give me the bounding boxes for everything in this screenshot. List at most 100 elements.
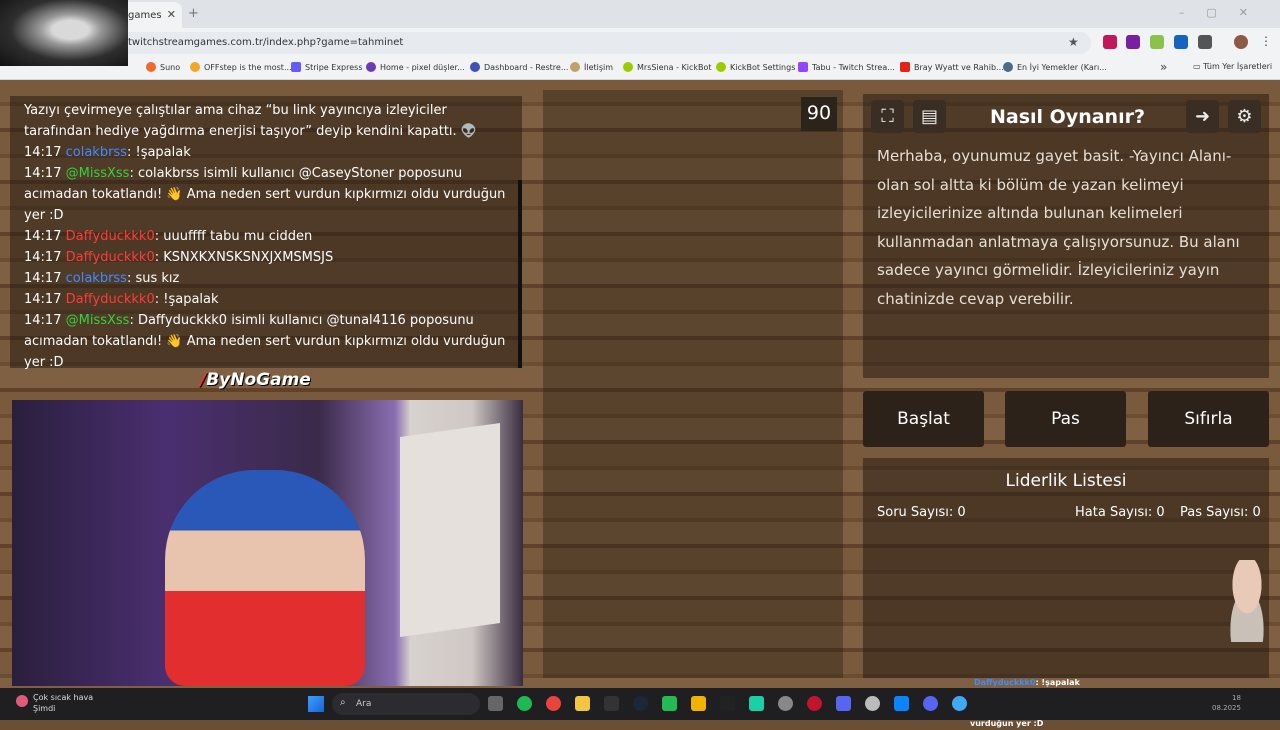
- steam-icon[interactable]: [633, 696, 648, 711]
- extension-icon[interactable]: [1103, 35, 1117, 49]
- error-count: Hata Sayısı: 0: [1075, 505, 1165, 520]
- bookmark-item[interactable]: MrsSiena - KickBot: [623, 62, 712, 72]
- how-to-play-title: Nasıl Oynanır?: [990, 106, 1145, 128]
- chrome-icon[interactable]: [952, 696, 967, 711]
- chat-username[interactable]: Daffyduckkk0: [66, 250, 155, 265]
- bookmark-item[interactable]: Tabu - Twitch Strea...: [798, 62, 895, 72]
- app-icon[interactable]: [807, 696, 822, 711]
- streamer-image: [165, 470, 365, 686]
- bookmark-item[interactable]: En İyi Yemekler (Karı...: [1003, 62, 1107, 72]
- bookmark-item[interactable]: Dashboard - Restre...: [470, 62, 568, 72]
- overlay-chat-line: Daffyduckkk0: !şapalak: [974, 678, 1080, 687]
- reset-button[interactable]: Sıfırla: [1148, 391, 1269, 447]
- how-to-play-text: Merhaba, oyunumuz gayet basit. -Yayıncı …: [877, 147, 1240, 308]
- word-area-panel: [543, 90, 843, 678]
- windows-start-icon[interactable]: [308, 696, 324, 712]
- chat-timestamp: 14:17: [24, 250, 62, 265]
- chat-timestamp: 14:17: [24, 229, 62, 244]
- pass-button[interactable]: Pas: [1005, 391, 1126, 447]
- settings-icon[interactable]: [865, 696, 880, 711]
- chat-message: 14:17 colakbrss: !şapalak: [24, 142, 508, 163]
- bookmark-item[interactable]: OFFstep is the most...: [190, 62, 292, 72]
- bynogame-logo: /ByNoGame: [200, 370, 311, 390]
- task-view-icon[interactable]: [488, 696, 503, 711]
- countdown-timer: 90: [801, 97, 837, 131]
- app-icon[interactable]: [749, 696, 764, 711]
- extension-icon[interactable]: [1150, 35, 1164, 49]
- chat-panel: Yazıyı çevirmeye çalıştılar ama cihaz “b…: [10, 96, 522, 370]
- chat-text: : KSNXKXNSKSNXJXMSMSJS: [154, 250, 334, 265]
- weather-widget[interactable]: Çok sıcak hava Şimdi: [33, 692, 93, 714]
- bookmark-item[interactable]: İletişim: [570, 62, 613, 72]
- chat-timestamp: 14:17: [24, 271, 62, 286]
- app-icon[interactable]: [662, 696, 677, 711]
- folder-icon: ▭: [1193, 62, 1204, 71]
- exit-icon[interactable]: ➜: [1186, 100, 1219, 133]
- chat-message: 14:17 @MissXss: Daffyduckkk0 isimli kull…: [24, 310, 508, 373]
- chat-text: : !şapalak: [126, 145, 191, 160]
- epic-games-icon[interactable]: [604, 696, 619, 711]
- question-count: Soru Sayısı: 0: [877, 505, 966, 520]
- weather-icon[interactable]: [16, 695, 28, 707]
- chat-username[interactable]: colakbrss: [66, 145, 127, 160]
- window-controls[interactable]: –▢✕: [1179, 6, 1270, 19]
- chat-message: 14:17 Daffyduckkk0: KSNXKXNSKSNXJXMSMSJS: [24, 247, 508, 268]
- fullscreen-icon[interactable]: ⛶: [871, 100, 904, 133]
- system-clock[interactable]: 18 08.2025: [1212, 693, 1241, 713]
- all-bookmarks-folder[interactable]: ▭ Tüm Yer İşaretleri: [1193, 62, 1272, 71]
- chat-text: : sus kız: [126, 271, 180, 286]
- url-field[interactable]: twitchstreamgames.com.tr/index.php?game=…: [116, 32, 1091, 54]
- bookmark-item[interactable]: Stripe Express: [291, 62, 363, 72]
- capcut-icon[interactable]: [720, 696, 735, 711]
- browser-tab[interactable]: games ✕: [120, 2, 182, 28]
- chat-username[interactable]: Daffyduckkk0: [66, 292, 155, 307]
- notes-icon[interactable]: ▤: [913, 100, 946, 133]
- webcam-background-wall: [400, 422, 500, 638]
- chat-username[interactable]: colakbrss: [66, 271, 127, 286]
- leaderboard-title: Liderlik Listesi: [1005, 471, 1127, 491]
- chat-timestamp: 14:17: [24, 292, 62, 307]
- chat-username[interactable]: @MissXss: [66, 166, 130, 181]
- mascot-image: [1218, 560, 1276, 642]
- search-icon: ⌕: [340, 697, 346, 708]
- extensions-puzzle-icon[interactable]: [1198, 35, 1212, 49]
- chat-text: : !şapalak: [154, 292, 219, 307]
- extension-icon[interactable]: [1174, 35, 1188, 49]
- new-tab-icon[interactable]: +: [188, 6, 199, 21]
- chat-username[interactable]: Daffyduckkk0: [66, 229, 155, 244]
- chat-message: 14:17 colakbrss: sus kız: [24, 268, 508, 289]
- spotify-icon[interactable]: [517, 696, 532, 711]
- profile-avatar[interactable]: [1234, 35, 1248, 49]
- bookmark-item[interactable]: KickBot Settings: [716, 62, 795, 72]
- chat-text: : uuuffff tabu mu cidden: [154, 229, 313, 244]
- settings-gear-icon[interactable]: ⚙: [1228, 100, 1261, 133]
- chat-text: Yazıyı çevirmeye çalıştılar ama cihaz “b…: [24, 103, 477, 139]
- chat-message: 14:17 Daffyduckkk0: uuuffff tabu mu cidd…: [24, 226, 508, 247]
- discord-icon[interactable]: [923, 696, 938, 711]
- start-button[interactable]: Başlat: [863, 391, 984, 447]
- chat-timestamp: 14:17: [24, 166, 62, 181]
- webcam-overlay-photo: [0, 0, 128, 66]
- chat-scrollbar[interactable]: [518, 180, 522, 368]
- app-icon[interactable]: [894, 696, 909, 711]
- obs-icon[interactable]: [778, 696, 793, 711]
- chat-username[interactable]: @MissXss: [66, 313, 130, 328]
- file-explorer-icon[interactable]: [575, 696, 590, 711]
- chat-message: 14:17 Daffyduckkk0: !şapalak: [24, 289, 508, 310]
- chat-message: Yazıyı çevirmeye çalıştılar ama cihaz “b…: [24, 100, 508, 142]
- chrome-icon[interactable]: [546, 696, 561, 711]
- taskbar-search-input[interactable]: Ara: [332, 693, 480, 715]
- rockstar-icon[interactable]: [691, 696, 706, 711]
- extension-icon[interactable]: [1126, 35, 1140, 49]
- bookmark-item[interactable]: Bray Wyatt ve Rahib...: [900, 62, 1004, 72]
- leaderboard-panel: [863, 458, 1269, 678]
- bookmark-star-icon[interactable]: ★: [1068, 35, 1079, 49]
- menu-kebab-icon[interactable]: ⋮: [1260, 34, 1272, 48]
- chat-timestamp: 14:17: [24, 313, 62, 328]
- pass-count: Pas Sayısı: 0: [1180, 505, 1261, 520]
- bookmark-item[interactable]: Suno: [146, 62, 180, 72]
- close-tab-icon[interactable]: ✕: [167, 8, 176, 21]
- more-bookmarks-chevron-icon[interactable]: »: [1160, 60, 1167, 74]
- app-icon[interactable]: [836, 696, 851, 711]
- bookmark-item[interactable]: Home - pixel düşler...: [366, 62, 465, 72]
